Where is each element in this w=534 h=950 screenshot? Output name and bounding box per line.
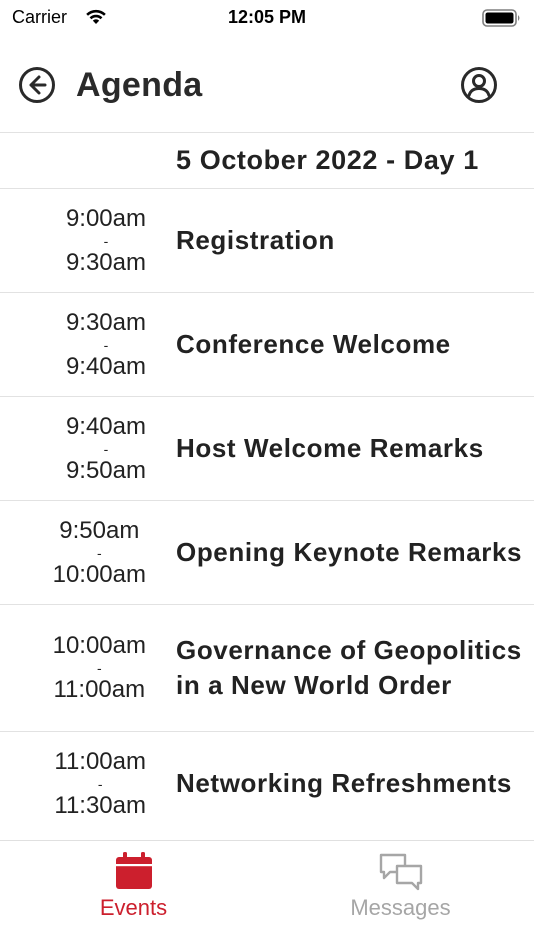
agenda-list[interactable]: 5 October 2022 - Day 1 9:00am - 9:30am R… [0,132,534,834]
session-title: Governance of Geopolitics in a New World… [176,635,522,700]
session-row[interactable]: 9:00am - 9:30am Registration [0,189,534,293]
session-row[interactable]: 10:00am - 11:00am Governance of Geopolit… [0,605,534,732]
user-circle-icon [461,67,497,103]
session-start-time: 9:00am [65,204,146,232]
session-end-time: 9:30am [65,248,146,276]
time-separator: - [96,660,102,676]
session-title: Host Welcome Remarks [176,433,484,463]
day-header: 5 October 2022 - Day 1 [0,133,534,189]
session-end-time: 11:00am [53,676,146,703]
session-title: Registration [176,225,335,255]
back-circle-arrow-icon [19,67,55,103]
battery-icon [482,9,522,32]
time-separator: - [96,544,102,561]
session-start-time: 9:50am [59,516,140,544]
tab-messages-label: Messages [350,895,451,920]
session-title: Opening Keynote Remarks [176,537,523,567]
session-time: 9:40am - 9:50am [0,413,150,485]
tab-events-label: Events [99,895,168,920]
nav-bar: Agenda [0,50,534,120]
page-title: Agenda [76,66,203,104]
session-row[interactable]: 9:30am - 9:40am Conference Welcome [0,293,534,397]
clock: 12:05 PM [227,7,307,27]
session-start-time: 11:00am [54,747,146,775]
tab-events[interactable]: Events [0,841,267,950]
session-time: 10:00am - 11:00am [0,632,150,704]
session-time: 11:00am - 11:30am [0,748,150,820]
time-separator: - [103,336,109,353]
session-time: 9:30am - 9:40am [0,309,150,381]
session-row[interactable]: 11:00am - 11:30am Networking Refreshment… [0,732,534,834]
session-end-time: 9:50am [65,456,146,484]
session-start-time: 9:30am [65,308,146,336]
time-separator: - [103,440,109,457]
time-separator: - [103,232,109,249]
session-row[interactable]: 9:40am - 9:50am Host Welcome Remarks [0,397,534,501]
session-end-time: 9:40am [65,352,146,380]
session-row[interactable]: 9:50am - 10:00am Opening Keynote Remarks [0,501,534,605]
chat-bubbles-icon [378,851,424,896]
session-start-time: 9:40am [65,412,146,440]
calendar-icon [114,851,154,896]
session-end-time: 10:00am [52,560,146,588]
session-end-time: 11:30am [54,791,146,819]
session-time: 9:00am - 9:30am [0,205,150,277]
status-bar: Carrier 12:05 PM [0,0,534,36]
profile-button[interactable] [460,66,498,104]
time-separator: - [97,775,103,792]
day-label: 5 October 2022 - Day 1 [176,145,479,175]
back-button[interactable] [18,66,56,104]
tab-messages[interactable]: Messages [267,841,534,950]
session-title: Conference Welcome [176,329,451,359]
tab-bar: Events Messages [0,840,534,950]
session-title: Networking Refreshments [176,768,512,798]
session-time: 9:50am - 10:00am [0,517,150,589]
session-start-time: 10:00am [52,632,146,659]
